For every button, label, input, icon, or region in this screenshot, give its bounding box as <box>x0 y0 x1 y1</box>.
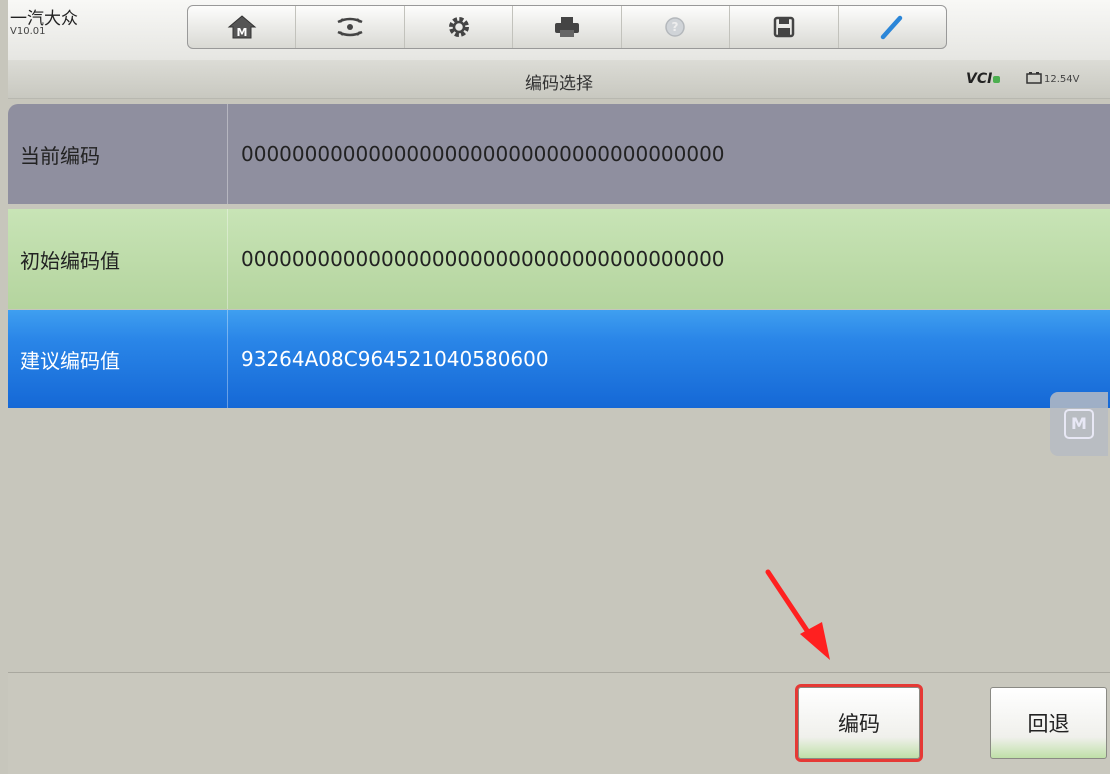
initial-coding-label: 初始编码值 <box>8 209 228 309</box>
suggested-coding-label: 建议编码值 <box>8 310 228 408</box>
gear-icon <box>448 17 469 37</box>
svg-text:M: M <box>236 26 247 39</box>
help-button[interactable]: ? <box>622 6 731 48</box>
back-button[interactable]: 回退 <box>990 687 1107 759</box>
software-version: V10.01 <box>10 26 46 37</box>
page-title: 编码选择 <box>525 74 593 94</box>
toolbar: M ? <box>187 5 947 49</box>
current-coding-value: 00000000000000000000000000000000000000 <box>241 142 725 166</box>
print-button[interactable] <box>513 6 622 48</box>
save-icon <box>773 16 795 38</box>
floating-menu-icon: M <box>1064 409 1094 439</box>
code-button[interactable]: 编码 <box>795 684 923 762</box>
vci-status: VCI <box>966 71 1001 87</box>
title-bar: 编码选择 VCI 12.54V <box>8 60 1110 99</box>
vci-connected-icon <box>993 76 1001 83</box>
home-button[interactable]: M <box>188 6 297 48</box>
initial-coding-row: 初始编码值 0000000000000000000000000000000000… <box>8 209 1110 309</box>
current-coding-label: 当前编码 <box>8 104 228 204</box>
suggested-coding-row[interactable]: 建议编码值 93264A08C964521040580600 <box>8 310 1110 408</box>
home-icon: M <box>227 15 257 39</box>
settings-button[interactable] <box>405 6 514 48</box>
svg-text:?: ? <box>672 20 679 34</box>
bottom-action-bar: 编码 回退 <box>8 672 1110 774</box>
suggested-coding-value: 93264A08C964521040580600 <box>241 347 549 371</box>
vci-label: VCI <box>966 71 993 87</box>
current-coding-row: 当前编码 00000000000000000000000000000000000… <box>8 104 1110 204</box>
printer-icon <box>554 17 579 37</box>
battery-voltage: 12.54V <box>1044 74 1080 85</box>
floating-menu-button[interactable]: M <box>1050 392 1108 456</box>
save-button[interactable] <box>730 6 839 48</box>
red-arrow-annotation <box>765 569 830 660</box>
top-bar: 一汽大众 V10.01 M ? <box>8 0 1110 60</box>
pen-icon <box>880 15 903 40</box>
battery-icon <box>1026 72 1042 84</box>
initial-coding-value: 00000000000000000000000000000000000000 <box>241 247 725 271</box>
vehicle-swap-button[interactable] <box>296 6 405 48</box>
vehicle-swap-icon <box>337 17 363 37</box>
edit-button[interactable] <box>839 6 946 48</box>
help-icon: ? <box>665 17 686 37</box>
